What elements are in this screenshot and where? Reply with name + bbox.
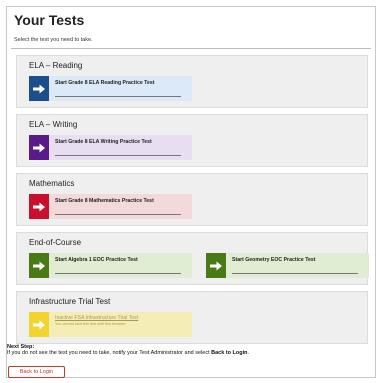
section-label: Mathematics [29, 179, 75, 188]
tile-note: You cannot take this test with this brow… [55, 322, 127, 326]
arrow-right-icon [29, 253, 49, 278]
title-divider [11, 48, 371, 49]
tile-label: Start Algebra 1 EOC Practice Test [55, 257, 138, 263]
section-ela-reading: ELA – Reading Start Grade 8 ELA Reading … [16, 55, 368, 108]
tile-label: Start Grade 8 Mathematics Practice Test [55, 198, 154, 204]
next-step-end: . [247, 350, 250, 356]
tile-label: Start Geometry EOC Practice Test [232, 257, 316, 263]
arrow-right-icon [29, 194, 49, 219]
start-mathematics-test-button[interactable]: Start Grade 8 Mathematics Practice Test [29, 194, 192, 219]
next-step-text: If you do not see the test you need to t… [7, 350, 212, 356]
start-geometry-eoc-test-button[interactable]: Start Geometry EOC Practice Test [206, 253, 369, 278]
next-step-instructions: Next Step: If you do not see the test yo… [7, 344, 249, 356]
section-mathematics: Mathematics Start Grade 8 Mathematics Pr… [16, 173, 368, 226]
arrow-right-icon [29, 312, 49, 337]
section-label: ELA – Reading [29, 61, 83, 70]
start-ela-reading-test-button[interactable]: Start Grade 8 ELA Reading Practice Test [29, 76, 192, 101]
start-ela-writing-test-button[interactable]: Start Grade 8 ELA Writing Practice Test [29, 135, 192, 160]
section-label: End-of-Course [29, 238, 82, 247]
section-infrastructure-trial: Infrastructure Trial Test Inactive FSA I… [16, 291, 368, 344]
tile-label: Inactive FSA Infrastructure Trial Test [55, 315, 139, 321]
section-label: ELA – Writing [29, 120, 78, 129]
next-step-bold: Back to Login [211, 350, 248, 356]
section-ela-writing: ELA – Writing Start Grade 8 ELA Writing … [16, 114, 368, 167]
page-title: Your Tests [14, 12, 85, 28]
section-label: Infrastructure Trial Test [29, 297, 111, 306]
tile-label: Start Grade 8 ELA Writing Practice Test [55, 139, 152, 145]
arrow-right-icon [206, 253, 226, 278]
page-subtitle: Select the test you need to take. [14, 37, 93, 43]
section-end-of-course: End-of-Course Start Algebra 1 EOC Practi… [16, 232, 369, 285]
arrow-right-icon [29, 76, 49, 101]
arrow-right-icon [29, 135, 49, 160]
back-to-login-button[interactable]: Back to Login [8, 366, 65, 378]
start-algebra-1-eoc-test-button[interactable]: Start Algebra 1 EOC Practice Test [29, 253, 192, 278]
tests-panel: Your Tests Select the test you need to t… [6, 6, 376, 378]
inactive-infrastructure-trial-test-tile: Inactive FSA Infrastructure Trial Test Y… [29, 312, 192, 337]
tile-label: Start Grade 8 ELA Reading Practice Test [55, 80, 155, 86]
